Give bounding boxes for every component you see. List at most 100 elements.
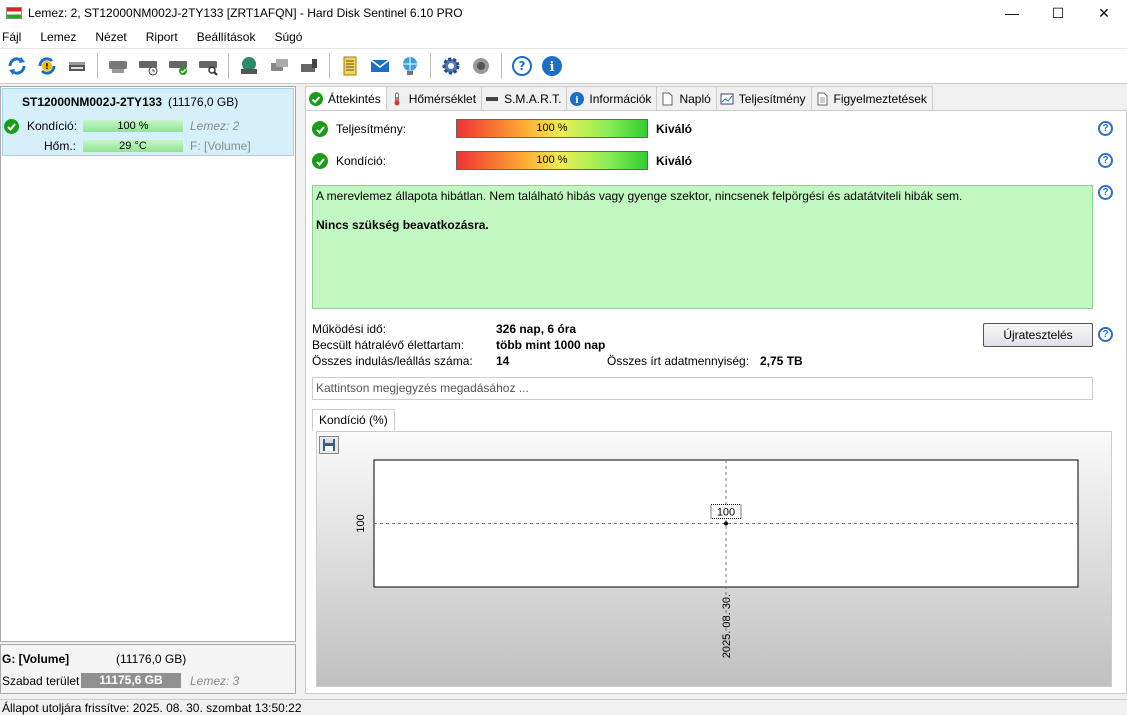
health-label: Kondíció:	[336, 154, 387, 168]
tab-label: Információk	[589, 91, 652, 106]
tab-smart[interactable]: S.M.A.R.T.	[481, 86, 568, 110]
data-point	[724, 521, 728, 526]
report-icon[interactable]	[337, 53, 363, 79]
disk-icon	[485, 92, 499, 106]
y-tick-label: 100	[355, 514, 367, 532]
menu-disk[interactable]: Lemez	[40, 30, 76, 44]
toolbar-separator	[97, 53, 98, 79]
uptime-label: Működési idő:	[312, 322, 387, 336]
help-icon[interactable]: ?	[1098, 185, 1113, 200]
toolbar-separator	[228, 53, 229, 79]
disk-schedule-icon[interactable]	[135, 53, 161, 79]
disk-search-icon[interactable]	[195, 53, 221, 79]
performance-bar: 100 %	[456, 119, 648, 138]
sound-icon[interactable]	[468, 53, 494, 79]
refresh-icon[interactable]	[4, 53, 30, 79]
alerts-icon	[815, 92, 829, 106]
tab-label: Figyelmeztetések	[833, 91, 927, 106]
overview-panel: Teljesítmény: 100 % Kiváló ? Kondíció: 1…	[305, 110, 1127, 694]
help-icon[interactable]: ?	[1098, 153, 1113, 168]
check-icon	[312, 153, 328, 169]
details-pane: Áttekintés Hőmérséklet S.M.A.R.T. i Info…	[305, 86, 1127, 694]
performance-rating: Kiváló	[656, 122, 693, 136]
menu-help[interactable]: Súgó	[274, 30, 302, 44]
mail-icon[interactable]	[367, 53, 393, 79]
retest-button[interactable]: Újratesztelés	[983, 323, 1093, 347]
tab-label: S.M.A.R.T.	[504, 91, 562, 106]
health-bar: 100 %	[456, 151, 648, 170]
toolbar-separator	[501, 53, 502, 79]
disk-ok-icon[interactable]	[165, 53, 191, 79]
tab-overview[interactable]: Áttekintés	[305, 86, 387, 111]
tab-label: Áttekintés	[328, 92, 381, 106]
uptime-value: 326 nap, 6 óra	[496, 322, 577, 336]
performance-label: Teljesítmény:	[336, 122, 407, 136]
health-rating: Kiváló	[656, 154, 693, 168]
refresh-warning-icon[interactable]: !	[34, 53, 60, 79]
written-value: 2,75 TB	[760, 354, 803, 368]
disk-list-pane: ST12000NM002J-2TY133 (11176,0 GB) Kondíc…	[0, 86, 296, 642]
check-icon	[312, 121, 328, 137]
disk-volume: F: [Volume]	[190, 139, 251, 153]
disk-temp-bar: 29 °C	[83, 140, 183, 152]
disk-export-icon[interactable]	[296, 53, 322, 79]
tab-bar: Áttekintés Hőmérséklet S.M.A.R.T. i Info…	[305, 86, 933, 111]
volume-disk-ref: Lemez: 3	[190, 674, 240, 688]
disk-health-bar: 100 %	[83, 120, 183, 132]
menu-file[interactable]: Fájl	[2, 30, 21, 44]
starts-value: 14	[496, 354, 510, 368]
tab-label: Napló	[679, 91, 711, 106]
disk-size: (11176,0 GB)	[168, 95, 239, 109]
title-bar: Lemez: 2, ST12000NM002J-2TY133 [ZRT1AFQN…	[0, 0, 1127, 26]
help-icon[interactable]: ?	[509, 53, 535, 79]
thermometer-icon	[390, 92, 404, 106]
note-input[interactable]: Kattintson megjegyzés megadásához ...	[312, 377, 1093, 400]
help-icon[interactable]: ?	[1098, 121, 1113, 136]
network-icon[interactable]	[397, 53, 423, 79]
toolbar: ! ? i	[0, 48, 1127, 84]
svg-text:!: !	[45, 62, 49, 71]
disk-number: Lemez: 2	[190, 119, 240, 133]
minimize-button[interactable]: —	[989, 0, 1035, 26]
help-icon[interactable]: ?	[1098, 327, 1113, 342]
free-space-bar: 11175,6 GB	[81, 673, 181, 688]
written-label: Összes írt adatmennyiség:	[607, 354, 750, 368]
status-text: A merevlemez állapota hibátlan. Nem talá…	[316, 189, 963, 203]
chart-icon	[720, 92, 734, 106]
status-description-box: A merevlemez állapota hibátlan. Nem talá…	[312, 185, 1093, 309]
tab-performance[interactable]: Teljesítmény	[715, 86, 812, 110]
drive-list-icon[interactable]	[64, 53, 90, 79]
disk-icon[interactable]	[105, 53, 131, 79]
menu-report[interactable]: Riport	[146, 30, 178, 44]
app-icon	[6, 7, 22, 19]
tab-label: Teljesítmény	[738, 91, 806, 106]
tab-label: Hőmérséklet	[408, 91, 477, 106]
toolbar-separator	[430, 53, 431, 79]
tab-information[interactable]: i Információk	[566, 86, 658, 110]
gear-icon[interactable]	[438, 53, 464, 79]
check-icon	[309, 92, 323, 106]
svg-text:i: i	[576, 96, 580, 106]
disk-globe-icon[interactable]	[236, 53, 262, 79]
info-icon[interactable]: i	[539, 53, 565, 79]
disk-list-item[interactable]: ST12000NM002J-2TY133 (11176,0 GB) Kondíc…	[2, 88, 294, 156]
maximize-button[interactable]: ☐	[1035, 0, 1081, 26]
chart-area: 100 2025. 08. 30. 100	[316, 431, 1112, 687]
volume-pane[interactable]: G: [Volume] (11176,0 GB) Szabad terület …	[0, 644, 296, 694]
menu-settings[interactable]: Beállítások	[197, 30, 256, 44]
health-chart: 100 2025. 08. 30. 100	[355, 459, 1079, 658]
tab-temperature[interactable]: Hőmérséklet	[385, 86, 483, 110]
check-icon	[4, 119, 19, 134]
x-tick-label: 2025. 08. 30.	[721, 594, 733, 658]
tab-log[interactable]: Napló	[656, 86, 717, 110]
svg-text:i: i	[550, 60, 555, 75]
menu-bar: Fájl Lemez Nézet Riport Beállítások Súgó	[0, 26, 1127, 48]
document-icon	[660, 92, 674, 106]
lifetime-label: Becsült hátralévő élettartam:	[312, 338, 465, 352]
tab-alerts[interactable]: Figyelmeztetések	[810, 86, 933, 110]
lifetime-value: több mint 1000 nap	[496, 338, 606, 352]
close-button[interactable]: ✕	[1081, 0, 1127, 26]
menu-view[interactable]: Nézet	[95, 30, 126, 44]
disk-copy-icon[interactable]	[266, 53, 292, 79]
chart-tab-health[interactable]: Kondíció (%)	[312, 409, 395, 431]
